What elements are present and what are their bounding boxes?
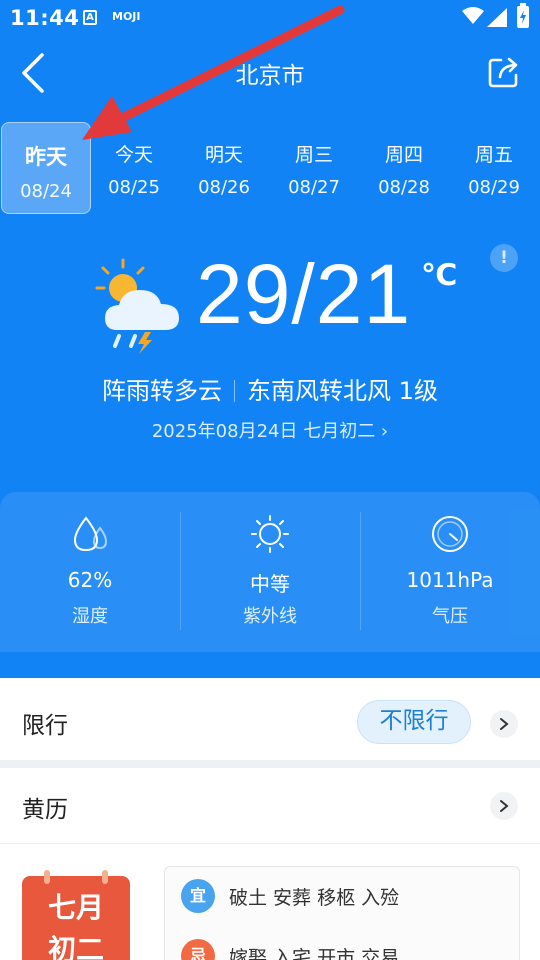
cellular-signal-icon: [487, 8, 507, 27]
humidity-icon: [73, 516, 108, 552]
status-badge: 不限行: [357, 700, 471, 744]
tab-day-label: 周四: [384, 144, 423, 166]
weather-description: 阵雨转多云 东南风转北风 1级: [0, 371, 540, 406]
yi-badge: 宜: [181, 879, 215, 913]
tab-today[interactable]: 今天 08/25: [89, 120, 179, 212]
wifi-icon: [462, 7, 484, 24]
uv-value: 中等: [250, 572, 290, 596]
pressure-label: 气压: [432, 606, 468, 627]
tab-date-label: 08/24: [20, 181, 72, 202]
tab-thursday[interactable]: 周四 08/28: [359, 120, 449, 212]
tab-wednesday[interactable]: 周三 08/27: [269, 120, 359, 212]
wind-text: 东南风转北风 1级: [247, 377, 438, 405]
divider: [234, 380, 236, 402]
humidity-label: 湿度: [72, 606, 108, 627]
calendar-ring: [44, 870, 50, 884]
tab-date-label: 08/27: [288, 177, 340, 198]
chevron-right-icon[interactable]: [490, 710, 518, 738]
lunar-month: 七月: [47, 891, 104, 924]
yi-row: 宜 破土 安葬 移柩 入殓: [181, 879, 501, 915]
temperature-unit: ℃: [421, 258, 458, 293]
tab-yesterday[interactable]: 昨天 08/24: [1, 122, 91, 214]
gauge-icon: [432, 516, 468, 552]
tab-date-label: 08/28: [378, 177, 430, 198]
section-title: 限行: [22, 713, 68, 739]
tab-day-label: 今天: [114, 144, 153, 166]
ji-row: 忌 嫁娶 入宅 开市 交易: [181, 939, 501, 960]
divider: [0, 843, 540, 844]
yi-text: 破土 安葬 移柩 入殓: [229, 887, 400, 909]
tab-date-label: 08/29: [468, 177, 520, 198]
calendar-card[interactable]: 七月 初二: [22, 870, 130, 960]
share-button[interactable]: [487, 55, 521, 89]
tab-date-label: 08/26: [198, 177, 250, 198]
temperature-range: 29/21: [196, 247, 412, 341]
traffic-restriction-section[interactable]: 限行 不限行: [0, 678, 540, 760]
thunder-shower-icon: [95, 258, 179, 354]
status-bar: 11:44 A MOJI: [0, 0, 540, 36]
weather-stats-card: 62% 湿度 中等 紫外线 1011hPa 气压: [0, 492, 540, 652]
stat-uv[interactable]: 中等 紫外线: [180, 492, 360, 652]
uv-label: 紫外线: [243, 606, 297, 627]
stat-humidity[interactable]: 62% 湿度: [0, 492, 180, 652]
status-time: 11:44: [10, 6, 80, 30]
tab-friday[interactable]: 周五 08/29: [449, 120, 539, 212]
tab-day-label: 周三: [294, 144, 333, 166]
calendar-ring: [102, 870, 108, 884]
sun-icon: [251, 515, 289, 553]
battery-icon: [517, 3, 529, 28]
yi-ji-card[interactable]: 宜 破土 安葬 移柩 入殓 忌 嫁娶 入宅 开市 交易: [164, 866, 520, 960]
tab-day-label: 周五: [474, 144, 513, 166]
ji-text: 嫁娶 入宅 开市 交易: [229, 947, 400, 960]
chevron-right-icon[interactable]: [490, 792, 518, 820]
lunar-day: 初二: [47, 933, 104, 960]
date-tabs: 昨天 08/24 今天 08/25 明天 08/26 周三 08/27 周四 0…: [0, 120, 540, 216]
city-title: 北京市: [235, 63, 305, 89]
stat-pressure[interactable]: 1011hPa 气压: [360, 492, 540, 652]
humidity-value: 62%: [67, 568, 113, 592]
tab-tomorrow[interactable]: 明天 08/26: [179, 120, 269, 212]
pressure-value: 1011hPa: [406, 568, 494, 592]
app-notification-icon: A: [83, 10, 97, 25]
moji-app-icon: MOJI: [112, 10, 141, 23]
info-button[interactable]: !: [490, 244, 518, 272]
tab-date-label: 08/25: [108, 177, 160, 198]
ji-badge: 忌: [181, 939, 215, 960]
tab-day-label: 昨天: [25, 145, 67, 169]
tab-day-label: 明天: [204, 144, 243, 166]
section-title: 黄历: [22, 797, 68, 823]
lunar-date-link[interactable]: 2025年08月24日 七月初二 ›: [0, 417, 540, 443]
condition-text: 阵雨转多云: [102, 377, 223, 405]
